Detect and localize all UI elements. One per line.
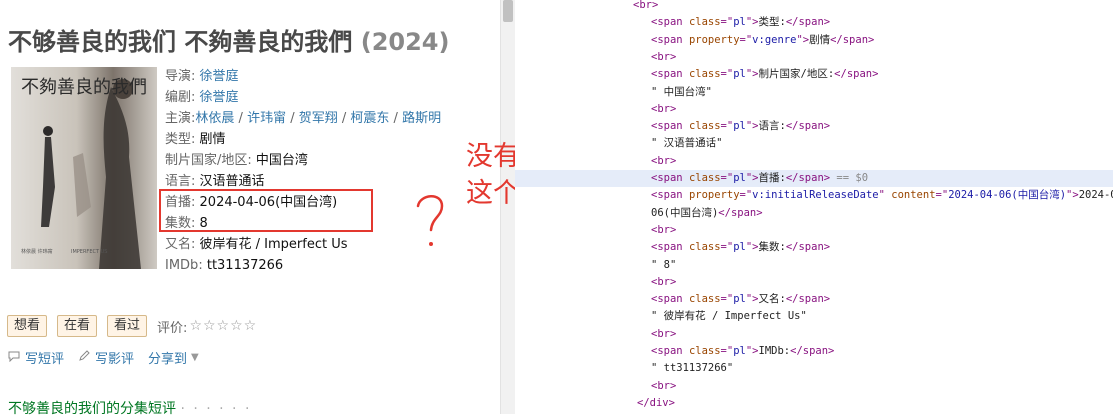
genre-row: 类型: 剧情	[165, 129, 441, 150]
devtools-source-line[interactable]: " tt31137266"	[515, 360, 1113, 377]
devtools-source-line[interactable]: 06(中国台湾)</span>	[515, 205, 1113, 222]
poster-overlay-text: 不夠善良的我們	[21, 77, 147, 98]
cast-separator: /	[337, 111, 351, 126]
devtools-source-line[interactable]: <br>	[515, 378, 1113, 395]
section-dots: · · · · · ·	[180, 401, 252, 417]
devtools-source-line[interactable]: <br>	[515, 274, 1113, 291]
devtools-source-line[interactable]: <br>	[515, 222, 1113, 239]
aka-label: 又名:	[165, 237, 196, 252]
rating-label: 评价:	[157, 320, 188, 336]
comment-icon	[8, 350, 20, 365]
cast-separator: /	[389, 111, 403, 126]
page-title: 不够善良的我们 不夠善良的我們 (2024)	[8, 22, 449, 57]
devtools-source-line[interactable]: <br>	[515, 153, 1113, 170]
imdb-value: tt31137266	[206, 258, 284, 273]
movie-year: (2024)	[360, 28, 450, 56]
devtools-source-line[interactable]: " 彼岸有花 / Imperfect Us"	[515, 308, 1113, 325]
review-label: 写影评	[95, 352, 135, 367]
want-to-watch-button[interactable]: 想看	[7, 315, 48, 337]
genre-value: 剧情	[199, 132, 226, 147]
cast-separator: /	[234, 111, 248, 126]
write-review-link[interactable]: 写影评	[78, 348, 134, 367]
devtools-source-line[interactable]: <span property="v:genre">剧情</span>	[515, 32, 1113, 49]
rating-stars[interactable]: ☆☆☆☆☆	[189, 318, 257, 334]
chevron-down-icon: ▼	[191, 352, 199, 363]
country-row: 制片国家/地区: 中国台湾	[165, 150, 441, 171]
country-label: 制片国家/地区:	[165, 153, 252, 168]
language-value: 汉语普通话	[199, 174, 265, 189]
poster-art: 不夠善良的我們 林依晨 许玮甯 IMPERFECT US	[11, 67, 157, 269]
cast-row: 主演:林依晨 / 许玮甯 / 贺军翔 / 柯震东 / 路斯明	[165, 108, 441, 129]
movie-title: 不够善良的我们 不夠善良的我們	[8, 28, 353, 56]
devtools-source-line[interactable]: </div>	[515, 395, 1113, 412]
aka-row: 又名: 彼岸有花 / Imperfect Us	[165, 234, 441, 255]
write-short-review-link[interactable]: 写短评	[8, 348, 64, 367]
aka-value: 彼岸有花 / Imperfect Us	[199, 237, 348, 252]
devtools-source-line[interactable]: <span class="pl">IMDb:</span>	[515, 343, 1113, 360]
poster-credits: 林依晨 许玮甯	[21, 248, 53, 255]
share-link[interactable]: 分享到 ▼	[148, 348, 199, 367]
devtools-source-line[interactable]: <span class="pl">又名:</span>	[515, 291, 1113, 308]
short-review-label: 写短评	[25, 352, 65, 367]
devtools-source-line[interactable]: <br>	[515, 101, 1113, 118]
interest-buttons: 想看 在看 看过 评价: ☆☆☆☆☆	[7, 315, 257, 337]
watched-button[interactable]: 看过	[107, 315, 148, 337]
watching-button[interactable]: 在看	[57, 315, 98, 337]
cast-label: 主演:	[165, 111, 196, 126]
movie-info: 导演: 徐誉庭 编剧: 徐誉庭 主演:林依晨 / 许玮甯 / 贺军翔 / 柯震东…	[165, 66, 441, 276]
cast-link[interactable]: 柯震东	[350, 111, 389, 126]
section-title: 不够善良的我们的分集短评	[8, 401, 176, 417]
director-link[interactable]: 徐誉庭	[200, 69, 239, 84]
genre-label: 类型:	[165, 132, 196, 147]
writer-label: 编剧:	[165, 90, 196, 105]
scrollbar-thumb[interactable]	[503, 0, 513, 22]
cast-link[interactable]: 林依晨	[195, 111, 234, 126]
devtools-source-line[interactable]: " 汉语普通话"	[515, 135, 1113, 152]
country-value: 中国台湾	[255, 153, 308, 168]
devtools-source-line[interactable]: <br>	[515, 49, 1113, 66]
director-label: 导演:	[165, 69, 196, 84]
devtools-source-line[interactable]: <span class="pl">类型:</span>	[515, 14, 1113, 31]
devtools-elements-panel[interactable]: ··· <br><span class="pl">类型:</span><span…	[515, 0, 1113, 414]
cast-link[interactable]: 许玮甯	[247, 111, 286, 126]
cast-link[interactable]: 贺军翔	[299, 111, 338, 126]
question-mark-annotation	[416, 195, 444, 246]
poster-en-title: IMPERFECT US	[71, 249, 107, 255]
devtools-source-line[interactable]: <br>	[515, 0, 1113, 14]
devtools-source-line[interactable]: <span class="pl">语言:</span>	[515, 118, 1113, 135]
devtools-source-line[interactable]: " 中国台湾"	[515, 84, 1113, 101]
language-label: 语言:	[165, 174, 196, 189]
action-links: 写短评 写影评 分享到 ▼	[8, 348, 213, 367]
devtools-source-line[interactable]: " 8"	[515, 257, 1113, 274]
writer-row: 编剧: 徐誉庭	[165, 87, 441, 108]
cast-link[interactable]: 路斯明	[402, 111, 441, 126]
devtools-source-line[interactable]: <span class="pl">集数:</span>	[515, 239, 1113, 256]
devtools-source-line[interactable]: <span property="v:initialReleaseDate" co…	[515, 187, 1113, 204]
devtools-source-line[interactable]: <br>	[515, 326, 1113, 343]
episode-reviews-heading: 不够善良的我们的分集短评 · · · · · ·	[8, 398, 251, 418]
pencil-icon	[78, 350, 90, 365]
imdb-row: IMDb: tt31137266	[165, 255, 441, 276]
director-row: 导演: 徐誉庭	[165, 66, 441, 87]
cast-separator: /	[286, 111, 299, 126]
devtools-source-line[interactable]: <span class="pl">制片国家/地区:</span>	[515, 66, 1113, 83]
highlight-box	[159, 189, 373, 232]
poster-image[interactable]: 不夠善良的我們 林依晨 许玮甯 IMPERFECT US	[11, 67, 157, 269]
devtools-source-line[interactable]: <span class="pl">首播:</span> == $0	[515, 170, 1113, 187]
imdb-label: IMDb:	[165, 258, 203, 273]
share-label: 分享到	[148, 352, 188, 367]
writer-link[interactable]: 徐誉庭	[200, 90, 239, 105]
